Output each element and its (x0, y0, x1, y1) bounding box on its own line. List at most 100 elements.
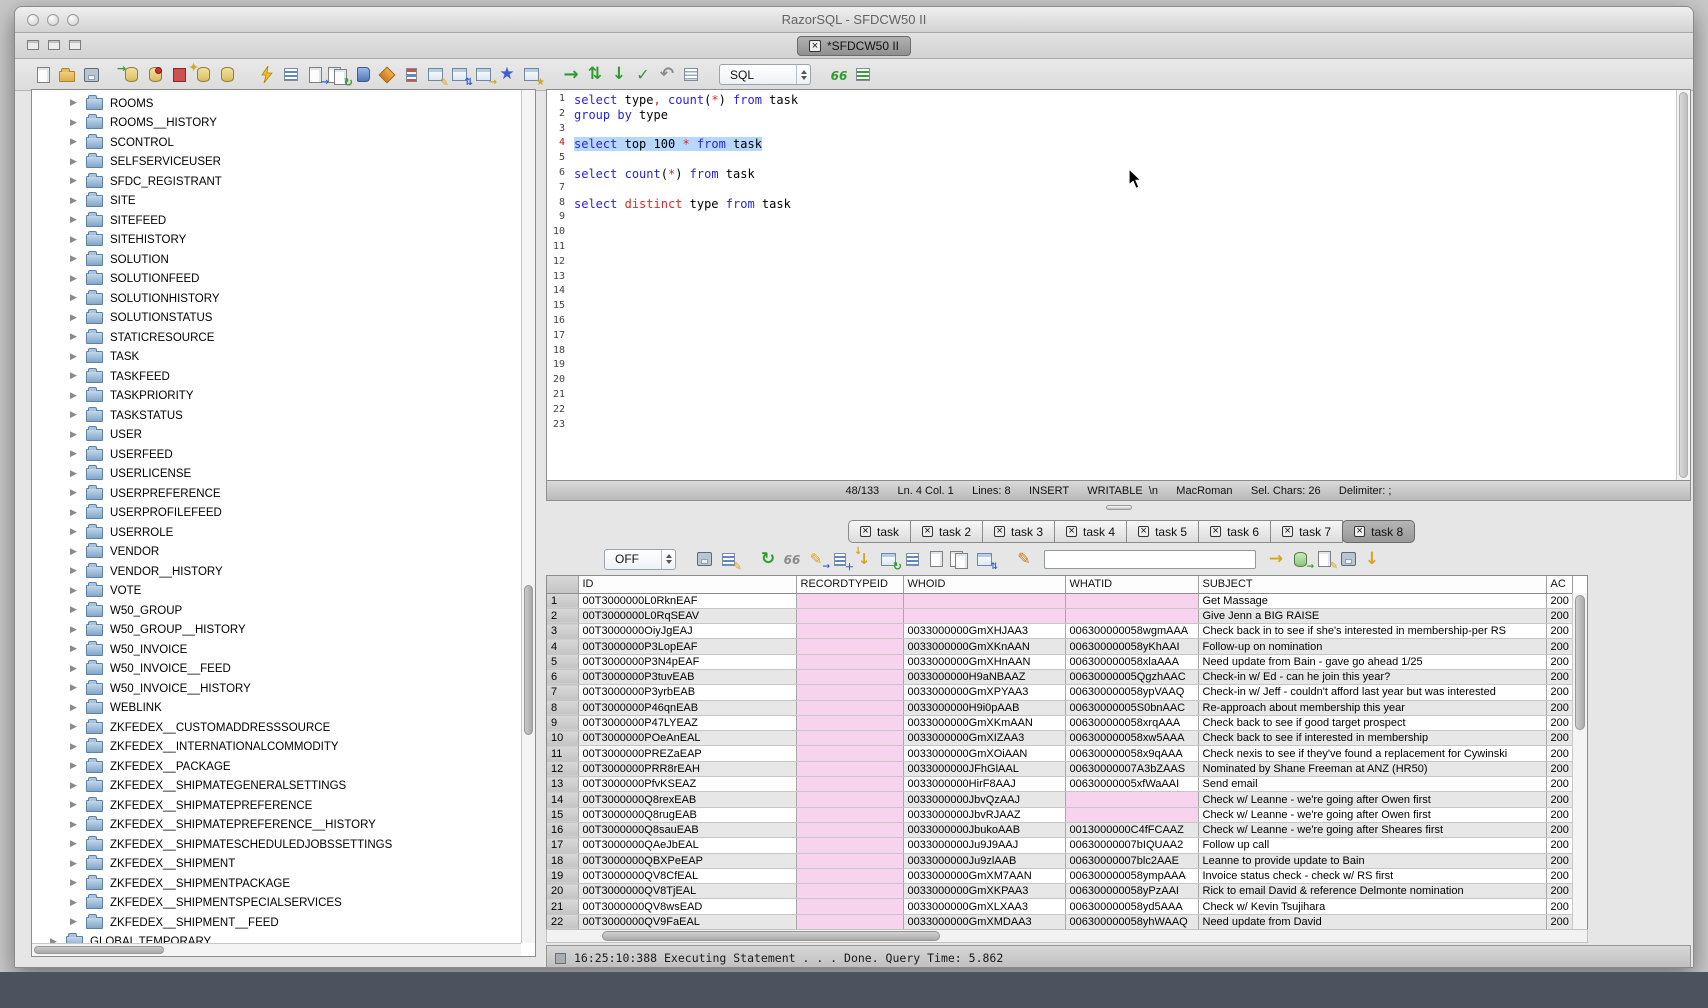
expand-triangle-icon[interactable] (70, 392, 79, 401)
expand-triangle-icon[interactable] (70, 528, 79, 537)
close-tab-icon[interactable] (1066, 526, 1077, 537)
results-tab-task-2[interactable]: task 2 (910, 520, 983, 543)
rollback-icon[interactable] (655, 64, 679, 86)
expand-triangle-icon[interactable] (70, 821, 79, 830)
cell-subject[interactable]: Check back in to see if she's interested… (1198, 624, 1546, 639)
scrollbar-thumb[interactable] (34, 946, 164, 954)
cell-whatid[interactable]: 00630000005S0bnAAC (1065, 700, 1198, 715)
expand-triangle-icon[interactable] (70, 606, 79, 615)
cell-recordtypeid[interactable] (796, 715, 903, 730)
new-file-icon[interactable] (31, 64, 55, 86)
cell-subject[interactable]: Rick to email David & reference Delmonte… (1198, 884, 1546, 899)
cell-subject[interactable]: Check back to see if good target prospec… (1198, 715, 1546, 730)
page-icon[interactable] (924, 548, 948, 570)
cell-whatid[interactable]: 0013000000C4fFCAAZ (1065, 822, 1198, 837)
cell-recordtypeid[interactable] (796, 899, 903, 914)
cell-recordtypeid[interactable] (796, 669, 903, 684)
tree-item-userrole[interactable]: USERROLE (32, 523, 521, 543)
highlight-pen-icon[interactable] (1012, 548, 1036, 570)
column-header-ac[interactable]: AC (1546, 576, 1572, 593)
tree-item-zkfedex-shipmentpackage[interactable]: ZKFEDEX__SHIPMENTPACKAGE (32, 874, 521, 894)
cell-recordtypeid[interactable] (796, 700, 903, 715)
cell-subject[interactable]: Check w/ Leanne - we're going after Owen… (1198, 792, 1546, 807)
tree-item-rooms[interactable]: ROOMS (32, 94, 521, 114)
cell-whatid[interactable]: 006300000058yPzAAI (1065, 884, 1198, 899)
cell-whoid[interactable]: 0033000000GmXKmAAN (903, 715, 1065, 730)
cell-whoid[interactable]: 0033000000GmXHnAAN (903, 654, 1065, 669)
tree-view-icon[interactable]: ＋ (828, 548, 852, 570)
tree-item-userprofilefeed[interactable]: USERPROFILEFEED (32, 504, 521, 524)
expand-triangle-icon[interactable] (70, 782, 79, 791)
tree-item-w50-invoice[interactable]: W50_INVOICE (32, 640, 521, 660)
expand-triangle-icon[interactable] (70, 275, 79, 284)
cell-subject[interactable]: Check w/ Kevin Tsujihara (1198, 899, 1546, 914)
tree-item-selfserviceuser[interactable]: SELFSERVICEUSER (32, 153, 521, 173)
expand-triangle-icon[interactable] (70, 665, 79, 674)
expand-triangle-icon[interactable] (70, 489, 79, 498)
tree-item-zkfedex-shipment-feed[interactable]: ZKFEDEX__SHIPMENT__FEED (32, 913, 521, 933)
cell-ac[interactable]: 200 (1546, 914, 1572, 929)
cell-whoid[interactable] (903, 593, 1065, 608)
grid-vertical-scrollbar[interactable] (1572, 593, 1587, 930)
book-orange-icon[interactable] (375, 64, 399, 86)
expand-triangle-icon[interactable] (70, 860, 79, 869)
results-tab-task-8[interactable]: task 8 (1342, 520, 1415, 543)
cell-recordtypeid[interactable] (796, 746, 903, 761)
cell-subject[interactable]: Check w/ Leanne - we're going after Shea… (1198, 822, 1546, 837)
cell-ac[interactable]: 200 (1546, 624, 1572, 639)
execute-all-icon[interactable] (583, 64, 607, 86)
cell-ac[interactable]: 200 (1546, 715, 1572, 730)
column-header-id[interactable]: ID (578, 576, 796, 593)
tree-item-zkfedex-shipment[interactable]: ZKFEDEX__SHIPMENT (32, 855, 521, 875)
cell-whatid[interactable]: 006300000058ympAAA (1065, 868, 1198, 883)
tree-item-sitefeed[interactable]: SITEFEED (32, 211, 521, 231)
table-row[interactable]: 1800T3000000QBXPeEAP0033000000Ju9zlAAB00… (547, 853, 1572, 868)
cell-recordtypeid[interactable] (796, 685, 903, 700)
cell-id[interactable]: 00T3000000P3tuvEAB (578, 669, 796, 684)
tree-item-taskpriority[interactable]: TASKPRIORITY (32, 387, 521, 407)
cell-whoid[interactable]: 0033000000Ju9zlAAB (903, 853, 1065, 868)
cell-whoid[interactable] (903, 608, 1065, 623)
cell-whatid[interactable]: 00630000007blc2AAE (1065, 853, 1198, 868)
cell-id[interactable]: 00T3000000Q8sauEAB (578, 822, 796, 837)
expand-triangle-icon[interactable] (70, 470, 79, 479)
expand-triangle-icon[interactable] (70, 99, 79, 108)
expand-triangle-icon[interactable] (70, 918, 79, 927)
cell-whoid[interactable]: 0033000000JbukoAAB (903, 822, 1065, 837)
cell-id[interactable]: 00T3000000Q8rugEAB (578, 807, 796, 822)
expand-triangle-icon[interactable] (70, 197, 79, 206)
column-header-subject[interactable]: SUBJECT (1198, 576, 1546, 593)
window-list-icon[interactable] (69, 40, 81, 50)
cell-ac[interactable]: 200 (1546, 899, 1572, 914)
tree-horizontal-scrollbar[interactable] (32, 943, 521, 956)
console-list-icon[interactable] (851, 64, 875, 86)
edit-cell-icon[interactable] (804, 548, 828, 570)
scrollbar-thumb[interactable] (524, 585, 533, 735)
close-tab-icon[interactable] (994, 526, 1005, 537)
cell-recordtypeid[interactable] (796, 593, 903, 608)
cell-subject[interactable]: Check back to see if interested in membe… (1198, 731, 1546, 746)
connect-icon[interactable] (119, 64, 143, 86)
cell-subject[interactable]: Give Jenn a BIG RAISE (1198, 608, 1546, 623)
cell-whatid[interactable]: 006300000058yhWAAQ (1065, 914, 1198, 929)
cell-subject[interactable]: Check-in w/ Ed - can he join this year? (1198, 669, 1546, 684)
table-row[interactable]: 100T3000000L0RknEAFGet Massage200 (547, 593, 1572, 608)
lightning-icon[interactable] (255, 64, 279, 86)
tree-item-solution[interactable]: SOLUTION (32, 250, 521, 270)
cell-subject[interactable]: Leanne to provide update to Bain (1198, 853, 1546, 868)
cell-whatid[interactable]: 006300000058xlaAAA (1065, 654, 1198, 669)
select-stepper-icon[interactable] (796, 65, 810, 84)
cell-ac[interactable]: 200 (1546, 593, 1572, 608)
scrollbar-thumb[interactable] (1575, 595, 1585, 730)
tree-item-scontrol[interactable]: SCONTROL (32, 133, 521, 153)
cell-whoid[interactable]: 0033000000GmXMDAA3 (903, 914, 1065, 929)
cell-subject[interactable]: Need update from Bain - gave go ahead 1/… (1198, 654, 1546, 669)
table-row[interactable]: 1500T3000000Q8rugEAB0033000000JbvRJAAZCh… (547, 807, 1572, 822)
tree-item-taskfeed[interactable]: TASKFEED (32, 367, 521, 387)
cell-whoid[interactable]: 0033000000H9aNBAAZ (903, 669, 1065, 684)
cell-subject[interactable]: Nominated by Shane Freeman at ANZ (HR50) (1198, 761, 1546, 776)
cell-whatid[interactable]: 00630000007bIQUAA2 (1065, 838, 1198, 853)
close-document-icon[interactable] (809, 40, 821, 52)
expand-triangle-icon[interactable] (70, 119, 79, 128)
checklist-icon[interactable] (900, 548, 924, 570)
